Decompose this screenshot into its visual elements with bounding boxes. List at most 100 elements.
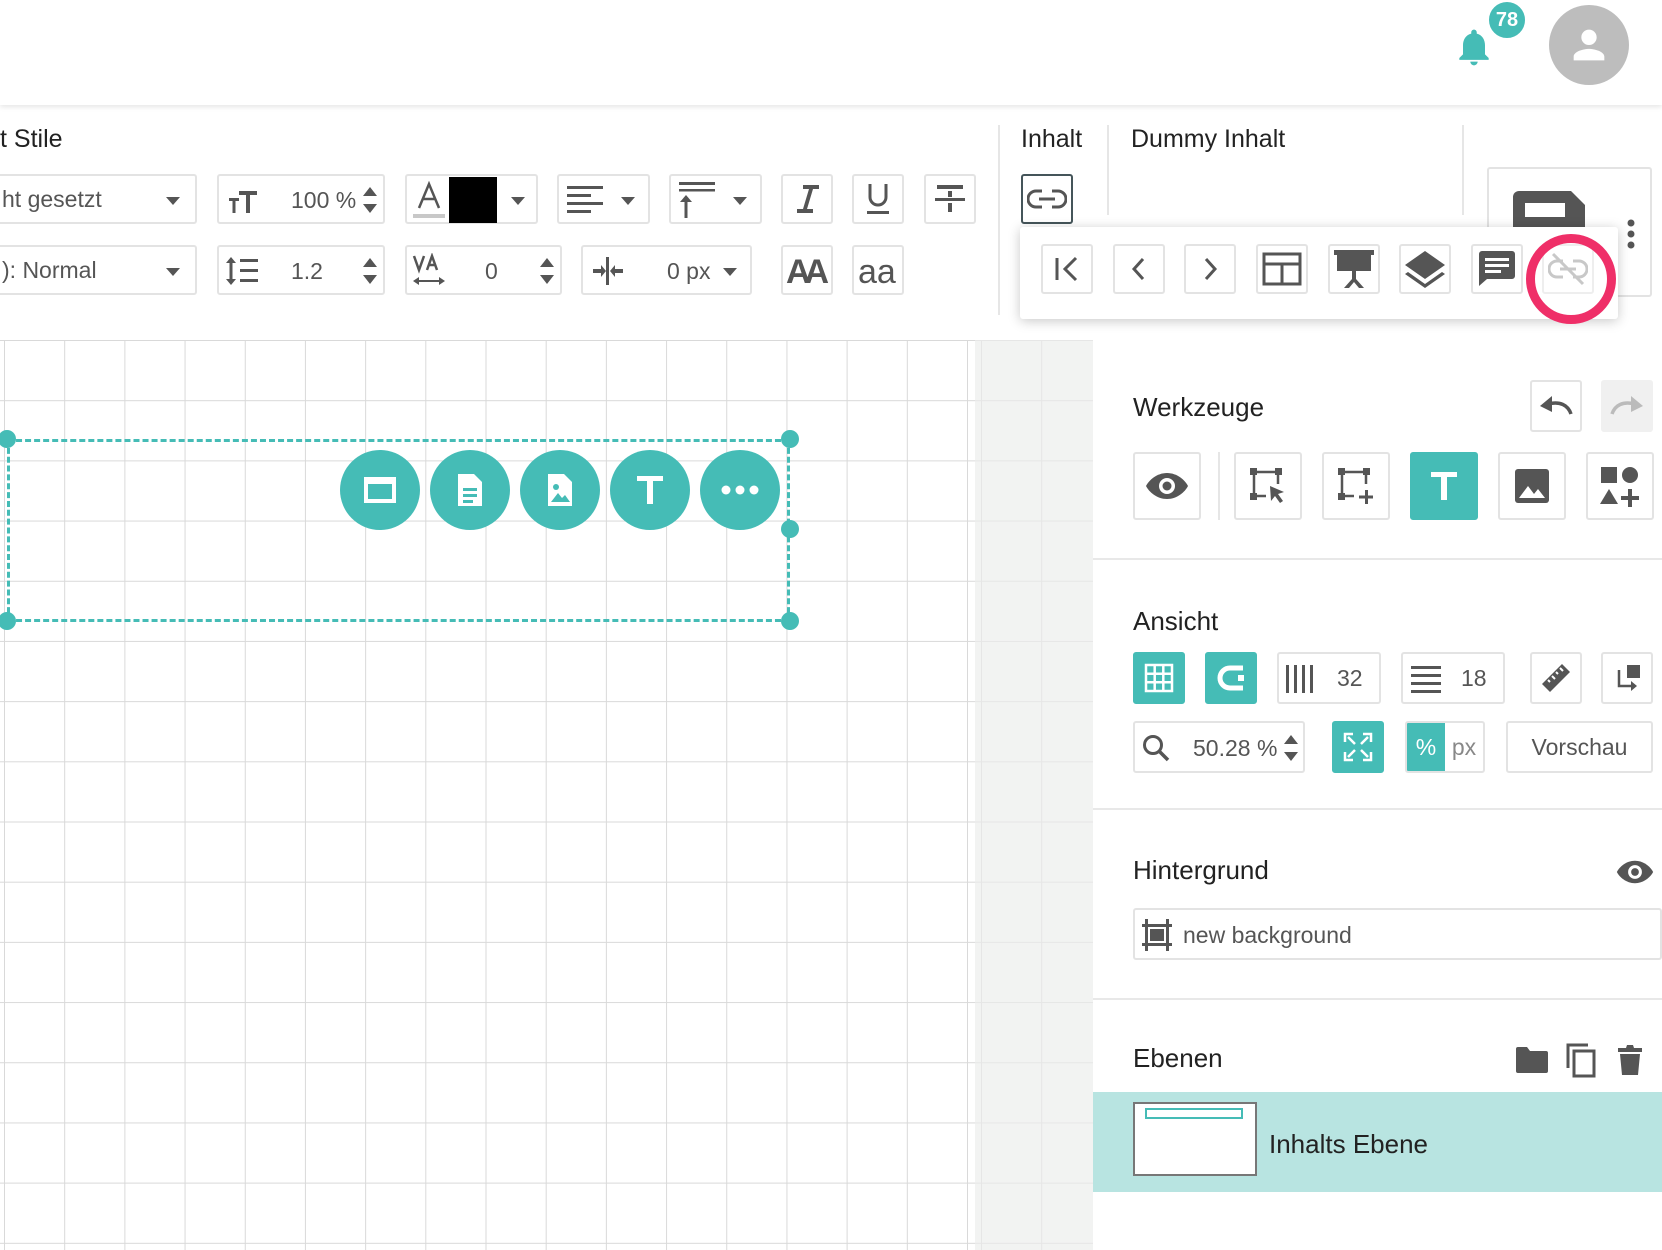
canvas-margin — [975, 340, 1093, 1250]
insert-frame-button[interactable] — [340, 450, 420, 530]
font-size-input[interactable]: 100 % — [217, 174, 385, 224]
letter-spacing-icon — [412, 253, 445, 285]
top-bar: 78 — [0, 0, 1662, 105]
background-field[interactable]: new background — [1133, 908, 1662, 960]
undo-button[interactable] — [1530, 380, 1582, 432]
line-height-value: 1.2 — [291, 258, 323, 284]
columns-value: 32 — [1337, 665, 1363, 691]
unit-px-option[interactable]: px — [1445, 723, 1483, 771]
comments-button[interactable] — [1471, 244, 1523, 294]
toolbar-divider — [1462, 125, 1464, 215]
rows-value: 18 — [1461, 665, 1487, 691]
zoom-value: 50.28 % — [1193, 735, 1278, 761]
zoom-input[interactable]: 50.28 % — [1133, 721, 1305, 773]
chevron-right-icon — [1204, 257, 1218, 281]
insert-document-button[interactable] — [430, 450, 510, 530]
resize-handle[interactable] — [781, 612, 799, 630]
svg-text:aa: aa — [858, 253, 896, 287]
spinner-icon[interactable] — [1283, 733, 1299, 763]
text-icon — [1431, 472, 1457, 500]
eye-icon[interactable] — [1616, 859, 1654, 885]
layers-button[interactable] — [1399, 244, 1451, 294]
toolbar-divider — [998, 125, 1000, 315]
background-name: new background — [1183, 922, 1352, 948]
layer-name: Inhalts Ebene — [1269, 1129, 1429, 1159]
folder-icon[interactable] — [1515, 1046, 1549, 1074]
rows-input[interactable]: 18 — [1401, 652, 1505, 704]
shapes-icon — [1600, 467, 1639, 507]
content-label: Inhalt — [1021, 125, 1083, 153]
resize-handle[interactable] — [781, 520, 799, 538]
shapes-tool-button[interactable] — [1586, 452, 1654, 520]
columns-icon — [1286, 665, 1313, 693]
spinner-icon[interactable] — [362, 185, 378, 215]
window-icon — [364, 477, 396, 503]
panel-divider — [1218, 452, 1220, 520]
layer-row[interactable]: Inhalts Ebene — [1093, 1092, 1662, 1192]
vertical-align-top-icon — [679, 182, 715, 218]
swap-view-button[interactable] — [1601, 652, 1653, 704]
link-content-button[interactable] — [1021, 174, 1073, 224]
columns-input[interactable]: 32 — [1277, 652, 1381, 704]
insert-image-button[interactable] — [520, 450, 600, 530]
presentation-icon — [1334, 250, 1374, 288]
ruler-toggle-button[interactable] — [1530, 652, 1582, 704]
notification-bell-icon[interactable] — [1452, 25, 1496, 69]
line-height-input[interactable]: 1.2 — [217, 245, 385, 295]
trash-icon[interactable] — [1617, 1044, 1643, 1076]
presentation-button[interactable] — [1328, 244, 1380, 294]
italic-icon — [797, 185, 819, 213]
more-options-button[interactable] — [700, 450, 780, 530]
layers-title: Ebenen — [1133, 1043, 1223, 1073]
lowercase-button[interactable]: aa — [852, 245, 904, 295]
spinner-icon[interactable] — [362, 256, 378, 286]
chevron-down-icon — [733, 197, 747, 205]
select-tool-button[interactable] — [1234, 452, 1302, 520]
wallpaper-icon — [1142, 919, 1172, 951]
fit-screen-icon — [1343, 732, 1373, 762]
letter-spacing-value: 0 — [485, 258, 498, 284]
image-tool-button[interactable] — [1498, 452, 1566, 520]
uppercase-icon: AA — [786, 253, 829, 287]
line-height-icon — [226, 257, 258, 285]
resize-handle[interactable] — [781, 430, 799, 448]
text-align-select[interactable] — [557, 174, 650, 224]
snap-toggle-button[interactable] — [1205, 652, 1257, 704]
more-vert-icon[interactable] — [1627, 219, 1635, 249]
layout-button[interactable] — [1256, 244, 1308, 294]
first-slide-button[interactable] — [1041, 244, 1093, 294]
next-slide-button[interactable] — [1184, 244, 1236, 294]
add-area-button[interactable] — [1322, 452, 1390, 520]
indent-value: 0 px — [667, 258, 711, 284]
text-icon — [637, 476, 663, 504]
grid-toggle-button[interactable] — [1133, 652, 1185, 704]
unit-percent-option[interactable]: % — [1407, 723, 1445, 771]
indent-input[interactable]: 0 px — [581, 245, 752, 295]
image-icon — [1515, 469, 1549, 503]
underline-button[interactable] — [852, 174, 904, 224]
user-avatar[interactable] — [1549, 5, 1629, 85]
duplicate-icon[interactable] — [1565, 1042, 1597, 1078]
preview-button[interactable]: Vorschau — [1506, 721, 1653, 773]
layers-icon — [1405, 251, 1445, 288]
fit-to-screen-button[interactable] — [1332, 721, 1384, 773]
unit-toggle[interactable]: % px — [1405, 721, 1485, 773]
redo-button[interactable] — [1601, 380, 1653, 432]
chevron-down-icon — [621, 197, 635, 205]
layout-icon — [1262, 252, 1302, 286]
insert-text-button[interactable] — [610, 450, 690, 530]
styles-label: t Stile — [0, 125, 63, 153]
spinner-icon[interactable] — [539, 256, 555, 286]
strikethrough-button[interactable] — [924, 174, 976, 224]
text-color-picker[interactable] — [405, 174, 538, 224]
preview-mode-button[interactable] — [1133, 452, 1201, 520]
uppercase-button[interactable]: AA — [781, 245, 833, 295]
letter-spacing-input[interactable]: 0 — [405, 245, 562, 295]
search-icon — [1143, 735, 1170, 762]
paragraph-style-select[interactable]: ): Normal — [0, 245, 197, 295]
italic-button[interactable] — [781, 174, 833, 224]
font-select[interactable]: ht gesetzt — [0, 174, 197, 224]
text-tool-button[interactable] — [1410, 452, 1478, 520]
vertical-align-select[interactable] — [669, 174, 762, 224]
previous-slide-button[interactable] — [1113, 244, 1165, 294]
